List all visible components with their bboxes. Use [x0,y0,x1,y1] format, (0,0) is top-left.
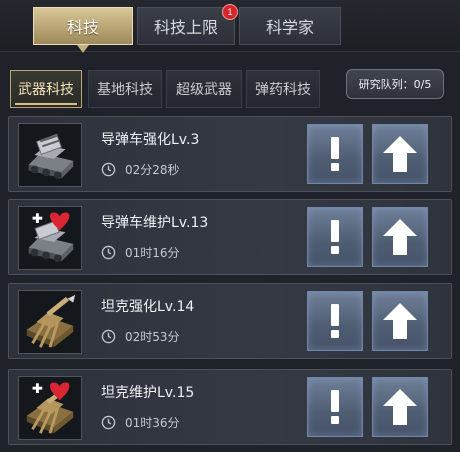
tab-scientist-label: 科学家 [265,18,314,37]
tab-tech[interactable]: 科技 [33,7,133,53]
exclamation-icon [331,304,339,338]
upgrade-button[interactable] [372,124,428,184]
tech-title: 导弹车强化Lv.3 [101,132,200,148]
tech-time: 02时53分 [101,328,180,345]
info-button[interactable] [307,124,363,184]
clock-icon [101,415,116,430]
tank-icon [18,290,82,354]
tab-tech-limit-label: 科技上限 [153,18,218,37]
missile-truck-icon [18,123,82,187]
clock-icon [101,245,116,260]
tech-time: 01时36分 [101,414,180,431]
active-tab-arrow-icon [77,45,89,53]
upgrade-button[interactable] [372,291,428,351]
info-button[interactable] [307,377,363,437]
tech-title: 坦克维护Lv.15 [101,385,195,401]
up-arrow-icon [383,389,417,425]
upgrade-button[interactable] [372,377,428,437]
tech-row[interactable]: 导弹车维护Lv.13 01时16分 [8,199,452,275]
tech-time-value: 02分28秒 [125,163,180,177]
tech-time: 01时16分 [101,244,180,261]
tech-row[interactable]: 导弹车强化Lv.3 02分28秒 [8,116,452,192]
exclamation-icon [331,137,339,171]
missile-truck-repair-icon [18,206,82,270]
tech-time: 02分28秒 [101,161,180,178]
subtab-ammo-tech[interactable]: 弹药科技 [246,70,320,108]
research-queue-button[interactable]: 研究队列：0/5 [346,69,444,99]
subtab-weapon-tech[interactable]: 武器科技 [10,70,82,108]
tech-row[interactable]: 坦克维护Lv.15 01时36分 [8,369,452,445]
tech-time-value: 01时36分 [125,416,180,430]
subtab-super-weapon[interactable]: 超级武器 [166,70,242,108]
research-queue-label: 研究队列：0/5 [358,78,432,91]
info-button[interactable] [307,207,363,267]
notification-badge: 1 [222,4,238,20]
up-arrow-icon [383,219,417,255]
exclamation-icon [331,390,339,424]
clock-icon [101,329,116,344]
tech-time-value: 02时53分 [125,330,180,344]
up-arrow-icon [383,303,417,339]
exclamation-icon [331,220,339,254]
tab-scientist[interactable]: 科学家 [239,7,341,45]
tech-time-value: 01时16分 [125,246,180,260]
tank-repair-icon [18,376,82,440]
tech-title: 导弹车维护Lv.13 [101,215,209,231]
tab-tech-label: 科技 [66,18,99,37]
subtab-ammo-tech-label: 弹药科技 [255,82,311,98]
tech-row[interactable]: 坦克强化Lv.14 02时53分 [8,283,452,359]
tech-title: 坦克强化Lv.14 [101,299,195,315]
subtab-base-tech-label: 基地科技 [97,82,153,98]
subtab-super-weapon-label: 超级武器 [176,82,232,98]
top-tab-bar: 科技 科技上限 1 科学家 [0,0,460,53]
clock-icon [101,162,116,177]
upgrade-button[interactable] [372,207,428,267]
subtab-base-tech[interactable]: 基地科技 [88,70,162,108]
info-button[interactable] [307,291,363,351]
subtab-weapon-tech-label: 武器科技 [18,82,74,98]
tab-tech-limit[interactable]: 科技上限 1 [137,4,238,45]
up-arrow-icon [383,136,417,172]
